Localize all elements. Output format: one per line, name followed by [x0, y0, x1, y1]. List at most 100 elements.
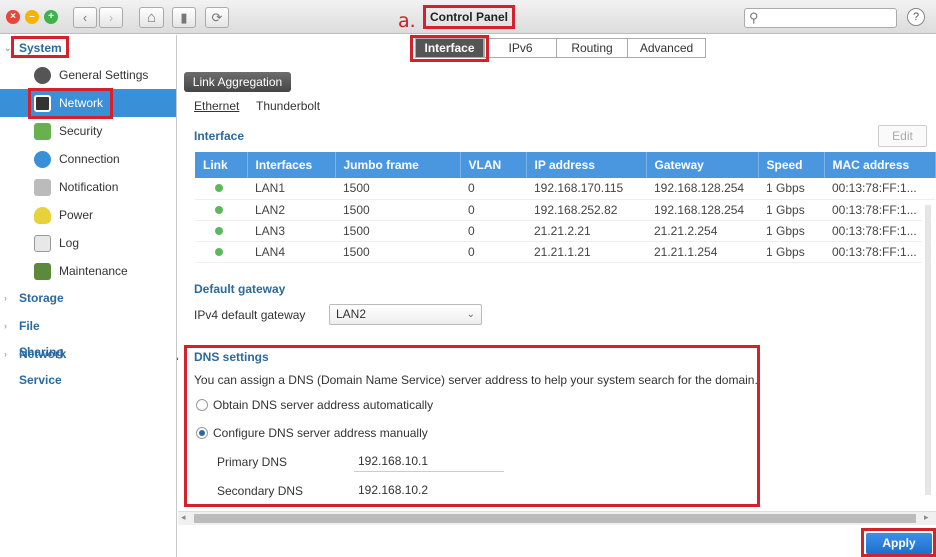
ipv4-gateway-label: IPv4 default gateway [194, 308, 306, 322]
table-cell: 1500 [335, 220, 460, 242]
sidebar-item-notification[interactable]: Notification [0, 173, 176, 201]
dns-auto-radio[interactable] [196, 399, 208, 411]
search-icon: ⚲ [749, 10, 759, 25]
sidebar-item-connection[interactable]: Connection [0, 145, 176, 173]
globe-icon [34, 151, 51, 168]
tab-routing[interactable]: Routing [556, 38, 628, 58]
help-icon[interactable]: ? [907, 8, 925, 26]
table-header-row: Link Interfaces Jumbo frame VLAN IP addr… [195, 152, 936, 178]
table-cell: 1500 [335, 178, 460, 200]
link-status-cell [195, 199, 247, 221]
sidebar-item-label: Log [59, 236, 80, 250]
forward-button[interactable]: › [99, 7, 123, 28]
home-button[interactable]: ⌂ [139, 7, 164, 28]
sidebar-item-label: Security [59, 124, 103, 138]
sidebar-group-label: Network Service [19, 347, 67, 387]
column-header[interactable]: Jumbo frame [335, 152, 461, 178]
table-cell: 1500 [335, 199, 460, 221]
column-header[interactable]: MAC address [824, 152, 936, 178]
table-row[interactable]: LAN1 1500 0 192.168.170.115 192.168.128.… [195, 178, 935, 200]
annotation-a: a. [398, 10, 416, 32]
back-button[interactable]: ‹ [73, 7, 97, 28]
table-cell: 192.168.128.254 [646, 199, 758, 221]
subtab-ethernet[interactable]: Ethernet [194, 99, 239, 113]
ipv4-gateway-select[interactable]: LAN2 ⌄ [329, 304, 482, 325]
sidebar-item-log[interactable]: Log [0, 229, 176, 257]
scroll-left-icon[interactable]: ◂ [181, 512, 186, 523]
table-cell: 1 Gbps [758, 241, 824, 263]
table-cell: 0 [460, 199, 526, 221]
table-cell: 1 Gbps [758, 178, 824, 200]
table-cell: 192.168.252.82 [526, 199, 646, 221]
table-cell: 21.21.2.254 [646, 220, 758, 242]
window-title: Control Panel [429, 10, 508, 24]
search-input[interactable]: ⚲ [744, 8, 897, 28]
interface-section-title: Interface [194, 129, 245, 143]
sidebar-item-maintenance[interactable]: Maintenance [0, 257, 176, 285]
chevron-right-icon: › [4, 321, 7, 331]
title-highlight: Control Panel [423, 5, 515, 29]
network-highlight [28, 88, 113, 119]
column-header[interactable]: Speed [758, 152, 825, 178]
bulb-icon [34, 207, 51, 224]
table-cell: 192.168.128.254 [646, 178, 758, 200]
tab-advanced[interactable]: Advanced [627, 38, 706, 58]
column-header[interactable]: Link [195, 152, 248, 178]
link-status-icon [215, 205, 223, 214]
table-cell: 192.168.170.115 [526, 178, 646, 200]
title-bar: × – + ‹ › ⌂ ▮ ⟳ Control Panel ⚲ ? [0, 0, 936, 34]
table-cell: LAN2 [247, 199, 335, 221]
horizontal-scroll-thumb[interactable] [194, 514, 916, 523]
apply-button[interactable]: Apply [866, 533, 932, 554]
maximize-icon[interactable]: + [44, 10, 58, 24]
dns-manual-radio[interactable] [196, 427, 208, 439]
primary-dns-label: Primary DNS [217, 455, 288, 469]
table-row[interactable]: LAN3 1500 0 21.21.2.21 21.21.2.254 1 Gbp… [195, 220, 935, 242]
sidebar-item-label: General Settings [59, 68, 149, 82]
subtab-thunderbolt[interactable]: Thunderbolt [256, 99, 320, 113]
main-content: Link Aggregation Ethernet Thunderbolt In… [178, 62, 936, 557]
dns-manual-option[interactable]: Configure DNS server address manually [196, 426, 428, 440]
tools-icon [34, 263, 51, 280]
minimize-icon[interactable]: – [25, 10, 39, 24]
scroll-right-icon[interactable]: ▸ [924, 512, 929, 523]
dns-auto-option[interactable]: Obtain DNS server address automatically [196, 398, 433, 412]
primary-dns-field[interactable]: 192.168.10.1 [354, 450, 504, 472]
table-cell: 21.21.2.21 [526, 220, 646, 242]
table-cell: 21.21.1.21 [526, 241, 646, 263]
bell-icon [34, 179, 51, 196]
sidebar-item-security[interactable]: Security [0, 117, 176, 145]
sidebar-toggle-button[interactable]: ▮ [172, 7, 196, 28]
table-cell: 1500 [335, 241, 460, 263]
lock-icon [34, 123, 51, 140]
column-header[interactable]: Gateway [646, 152, 759, 178]
system-highlight [11, 36, 69, 58]
tab-ipv6[interactable]: IPv6 [484, 38, 557, 58]
secondary-dns-field[interactable]: 192.168.10.2 [354, 479, 504, 501]
sidebar-item-general-settings[interactable]: General Settings [0, 61, 176, 89]
table-cell: 00:13:78:FF:1... [824, 199, 935, 221]
table-cell: 0 [460, 178, 526, 200]
vertical-scrollbar[interactable] [922, 205, 934, 505]
table-cell: 00:13:78:FF:1... [824, 241, 935, 263]
table-row[interactable]: LAN2 1500 0 192.168.252.82 192.168.128.2… [195, 199, 935, 221]
dns-auto-label: Obtain DNS server address automatically [213, 398, 434, 412]
table-row[interactable]: LAN4 1500 0 21.21.1.21 21.21.1.254 1 Gbp… [195, 241, 935, 263]
column-header[interactable]: IP address [526, 152, 647, 178]
table-cell: 00:13:78:FF:1... [824, 220, 935, 242]
table-cell: LAN1 [247, 178, 335, 200]
table-cell: 1 Gbps [758, 199, 824, 221]
table-cell: LAN4 [247, 241, 335, 263]
column-header[interactable]: Interfaces [247, 152, 336, 178]
refresh-button[interactable]: ⟳ [205, 7, 229, 28]
column-header[interactable]: VLAN [460, 152, 527, 178]
close-icon[interactable]: × [6, 10, 20, 24]
edit-button[interactable]: Edit [878, 125, 927, 147]
link-status-cell [195, 178, 247, 200]
horizontal-scrollbar[interactable]: ◂ ▸ [178, 511, 936, 525]
sidebar-item-power[interactable]: Power [0, 201, 176, 229]
dns-settings-title: DNS settings [194, 350, 269, 364]
link-status-icon [215, 247, 223, 256]
vertical-scroll-thumb[interactable] [925, 205, 931, 495]
link-aggregation-button[interactable]: Link Aggregation [184, 72, 291, 92]
